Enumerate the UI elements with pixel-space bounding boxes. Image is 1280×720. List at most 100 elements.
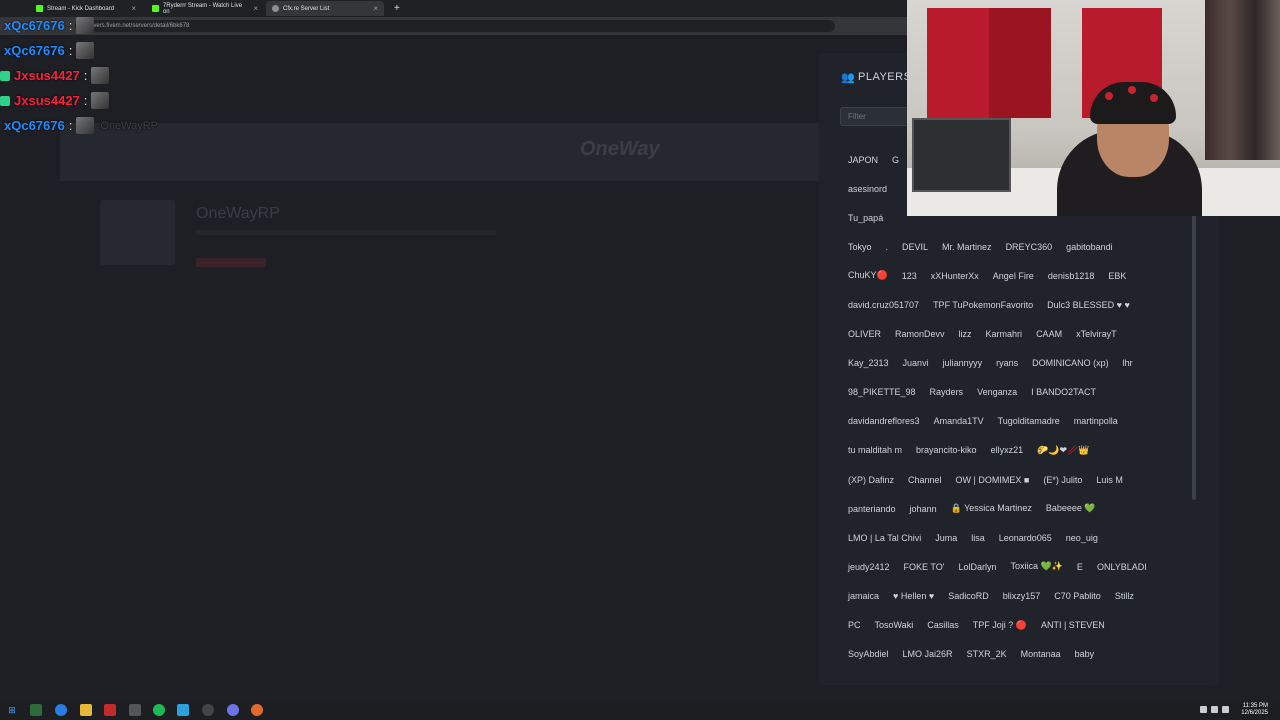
player-name[interactable]: lhr: [1116, 358, 1140, 368]
telegram-icon[interactable]: [177, 704, 189, 716]
player-name[interactable]: johann: [903, 504, 944, 514]
player-name[interactable]: neo_uig: [1059, 533, 1105, 543]
player-name[interactable]: brayancito-kiko: [909, 445, 984, 455]
close-tab-icon[interactable]: ×: [131, 4, 136, 13]
player-name[interactable]: Mr. Martinez: [935, 242, 999, 252]
player-name[interactable]: xXHunterXx: [924, 271, 986, 281]
player-name[interactable]: Tu_papá: [841, 213, 890, 223]
player-name[interactable]: 🔒 Yessica Martinez: [944, 503, 1039, 514]
taskview-icon[interactable]: [30, 704, 42, 716]
player-name[interactable]: denisb1218: [1041, 271, 1102, 281]
app-icon[interactable]: [104, 704, 116, 716]
player-name[interactable]: LMO Jai26R: [896, 649, 960, 659]
player-name[interactable]: (E*) Julito: [1036, 475, 1089, 485]
windows-start-icon[interactable]: ⊞: [6, 704, 18, 716]
player-name[interactable]: Juma: [928, 533, 964, 543]
player-name[interactable]: Leonardo065: [992, 533, 1059, 543]
player-name[interactable]: Stillz: [1108, 591, 1141, 601]
player-name[interactable]: ChuKY🔴: [841, 270, 895, 281]
player-name[interactable]: OW | DOMIMEX ■: [949, 475, 1037, 485]
player-name[interactable]: lisa: [964, 533, 992, 543]
taskbar-clock[interactable]: 11:35 PM 12/6/2025: [1241, 703, 1268, 717]
player-name[interactable]: Casillas: [920, 620, 966, 630]
player-name[interactable]: Toxiica 💚✨: [1003, 561, 1069, 572]
player-name[interactable]: TosoWaki: [868, 620, 921, 630]
player-name[interactable]: jeudy2412: [841, 562, 897, 572]
player-name[interactable]: DREYC360: [999, 242, 1060, 252]
player-name[interactable]: baby: [1068, 649, 1102, 659]
tab-cfx-server-list[interactable]: Cfx.re Server List ×: [266, 1, 384, 16]
new-tab-button[interactable]: +: [388, 1, 402, 16]
player-name[interactable]: martinpolla: [1067, 416, 1125, 426]
player-name[interactable]: lizz: [952, 329, 979, 339]
player-name[interactable]: FOKE TO': [897, 562, 952, 572]
player-name[interactable]: tu malditah m: [841, 445, 909, 455]
url-field[interactable]: servers.fivem.net/servers/detail/6bk678: [75, 20, 835, 32]
player-name[interactable]: Channel: [901, 475, 949, 485]
player-name[interactable]: juliannyyy: [936, 358, 990, 368]
player-name[interactable]: blixzy157: [996, 591, 1048, 601]
player-name[interactable]: TPF TuPokemonFavorito: [926, 300, 1040, 310]
player-name[interactable]: ONLYBLADI: [1090, 562, 1154, 572]
player-name[interactable]: 🌮🌙❤🥢👑: [1030, 445, 1096, 456]
player-name[interactable]: Dulc3 BLESSED ♥ ♥: [1040, 300, 1137, 310]
player-name[interactable]: ♥ Hellen ♥: [886, 591, 941, 601]
player-name[interactable]: (XP) Dafinz: [841, 475, 901, 485]
player-name[interactable]: E: [1070, 562, 1090, 572]
player-name[interactable]: xTelvirayT: [1069, 329, 1124, 339]
player-name[interactable]: CAAM: [1029, 329, 1069, 339]
obs-icon[interactable]: [202, 704, 214, 716]
player-name[interactable]: ANTI | STEVEN: [1034, 620, 1112, 630]
player-name[interactable]: david.cruz051707: [841, 300, 926, 310]
spotify-icon[interactable]: [153, 704, 165, 716]
close-tab-icon[interactable]: ×: [253, 4, 258, 13]
folder-icon[interactable]: [80, 704, 92, 716]
player-name[interactable]: jamaica: [841, 591, 886, 601]
player-name[interactable]: Tugolditamadre: [991, 416, 1067, 426]
player-list-scrollbar[interactable]: [1192, 215, 1196, 500]
player-name[interactable]: LMO | La Tal Chivi: [841, 533, 928, 543]
player-name[interactable]: SadicoRD: [941, 591, 996, 601]
player-name[interactable]: PC: [841, 620, 868, 630]
player-name[interactable]: gabitobandi: [1059, 242, 1120, 252]
player-name[interactable]: LolDarlyn: [951, 562, 1003, 572]
player-name[interactable]: OLIVER: [841, 329, 888, 339]
browser-icon[interactable]: [251, 704, 263, 716]
player-name[interactable]: G: [885, 155, 906, 165]
player-name[interactable]: SoyAbdiel: [841, 649, 896, 659]
player-name[interactable]: TPF Joji ? 🔴: [966, 620, 1034, 631]
wifi-icon[interactable]: [1211, 706, 1218, 713]
player-name[interactable]: DOMINICANO (xp): [1025, 358, 1116, 368]
player-name[interactable]: 98_PIKETTE_98: [841, 387, 923, 397]
player-name[interactable]: asesinord: [841, 184, 894, 194]
tab-kick-stream[interactable]: 7Ryderrr Stream - Watch Live on ×: [146, 1, 264, 16]
player-name[interactable]: .: [879, 242, 896, 252]
player-name[interactable]: 123: [895, 271, 924, 281]
player-name[interactable]: DEVIL: [895, 242, 935, 252]
player-name[interactable]: EBK: [1101, 271, 1133, 281]
player-name[interactable]: Karmahri: [979, 329, 1030, 339]
server-connect-button[interactable]: [196, 258, 266, 267]
player-name[interactable]: Kay_2313: [841, 358, 896, 368]
player-name[interactable]: STXR_2K: [960, 649, 1014, 659]
player-name[interactable]: RamonDevv: [888, 329, 952, 339]
player-name[interactable]: Tokyo: [841, 242, 879, 252]
player-name[interactable]: Venganza: [970, 387, 1024, 397]
player-name[interactable]: Montanaa: [1014, 649, 1068, 659]
player-name[interactable]: C70 Pablito: [1047, 591, 1108, 601]
player-name[interactable]: Babeeee 💚: [1039, 503, 1103, 514]
pen-icon[interactable]: [129, 704, 141, 716]
player-name[interactable]: ellyxz21: [984, 445, 1031, 455]
player-name[interactable]: Luis M: [1089, 475, 1130, 485]
tray-up-icon[interactable]: [1200, 706, 1207, 713]
player-name[interactable]: Juanvi: [896, 358, 936, 368]
chrome-icon[interactable]: [55, 704, 67, 716]
player-name[interactable]: Amanda1TV: [927, 416, 991, 426]
player-name[interactable]: JAPON: [841, 155, 885, 165]
player-name[interactable]: Angel Fire: [986, 271, 1041, 281]
player-name[interactable]: I BANDO2TACT: [1024, 387, 1103, 397]
close-tab-icon[interactable]: ×: [373, 4, 378, 13]
player-name[interactable]: ryans: [989, 358, 1025, 368]
volume-icon[interactable]: [1222, 706, 1229, 713]
discord-icon[interactable]: [227, 704, 239, 716]
